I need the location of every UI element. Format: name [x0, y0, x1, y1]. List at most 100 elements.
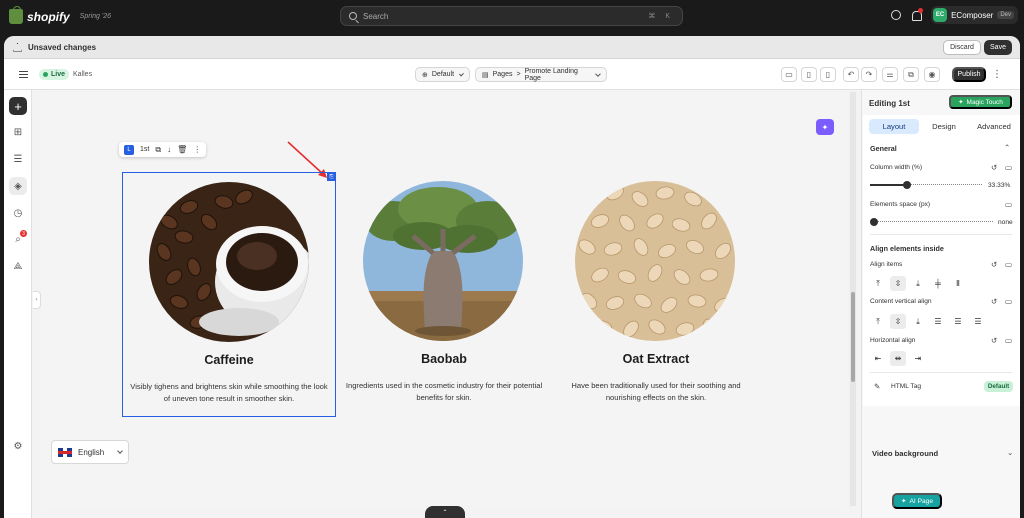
- device-icon[interactable]: ▭: [1005, 163, 1012, 172]
- tab-layout[interactable]: Layout: [869, 119, 919, 134]
- valign-bottom-icon[interactable]: ⤓: [910, 314, 926, 329]
- elements-space-value: none: [998, 219, 1013, 226]
- slider-knob[interactable]: [870, 218, 878, 226]
- notifications-bell-icon[interactable]: [911, 7, 924, 21]
- code-icon[interactable]: ⧉: [903, 67, 919, 82]
- tablet-view-icon[interactable]: ▯: [801, 67, 817, 82]
- device-icon[interactable]: ▭: [1005, 336, 1012, 345]
- magic-sparkle-icon[interactable]: ✦: [816, 119, 834, 135]
- language-selector[interactable]: English: [51, 440, 129, 464]
- tab-advanced[interactable]: Advanced: [969, 119, 1019, 134]
- reset-icon[interactable]: ↺: [991, 297, 997, 306]
- search-inspect-icon[interactable]: ⌕ 3: [9, 230, 27, 248]
- sparkle-icon: ✦: [958, 99, 964, 106]
- save-button[interactable]: Save: [984, 40, 1012, 55]
- slider-track: [870, 221, 993, 223]
- column-width-slider[interactable]: [870, 181, 982, 189]
- store-switcher[interactable]: EC EComposer Dev: [931, 6, 1018, 24]
- editor-canvas[interactable]: L 1st ⧉ ↓ 🗑 ⋮ ✦ ⎘ Caffeine Visibly tighe…: [41, 92, 847, 506]
- expand-panel-chevron-up-icon[interactable]: ⌃: [425, 506, 465, 518]
- valign-center-icon[interactable]: ⇳: [890, 314, 906, 329]
- breadcrumb-root: Pages: [492, 71, 513, 78]
- search-shortcut: ⌘ K: [648, 13, 674, 20]
- chevron-down-icon[interactable]: ⌄: [1007, 448, 1013, 457]
- column-type-icon[interactable]: L: [124, 144, 134, 155]
- valign-space-evenly-icon[interactable]: ☰: [970, 314, 986, 329]
- layers-list-icon[interactable]: ☰: [9, 150, 27, 168]
- elements-space-label: Elements space (px): [870, 201, 931, 208]
- theme-name: Kalles: [73, 71, 93, 78]
- collapse-sidebar-icon[interactable]: ‹: [33, 291, 41, 309]
- element-label: 1st: [140, 146, 150, 153]
- settings-tabs: Layout Design Advanced: [869, 119, 1019, 134]
- store-status-icon[interactable]: [891, 10, 902, 20]
- chevron-up-icon[interactable]: ⌃: [1004, 143, 1010, 152]
- column-baobab[interactable]: Baobab Ingredients used in the cosmetic …: [337, 172, 551, 417]
- canvas-scrollbar[interactable]: [850, 92, 856, 506]
- device-icon[interactable]: ▭: [1005, 297, 1012, 306]
- settings-sliders-icon[interactable]: ⚌: [882, 67, 898, 82]
- elements-space-slider[interactable]: [870, 218, 993, 226]
- column-text: Have been traditionally used for their s…: [571, 381, 741, 402]
- align-center-icon[interactable]: ⇳: [890, 276, 906, 291]
- column-caffeine[interactable]: ⎘ Caffeine Visibly tighens and brightens…: [122, 172, 336, 417]
- preview-eye-icon[interactable]: ◉: [924, 67, 940, 82]
- reset-icon[interactable]: ↺: [991, 260, 997, 269]
- shopify-logo[interactable]: shopify Spring '26: [9, 6, 111, 24]
- gear-icon[interactable]: ⚙: [9, 437, 27, 455]
- page-dropdown[interactable]: ▤ Pages > Promote Landing Page: [475, 67, 607, 82]
- halign-center-icon[interactable]: ⇹: [890, 351, 906, 366]
- device-icon[interactable]: ▭: [1005, 200, 1012, 209]
- align-baseline-icon[interactable]: ╪: [930, 276, 946, 291]
- sections-icon[interactable]: ⊞: [9, 123, 27, 141]
- more-options-icon[interactable]: ⋮: [193, 145, 201, 154]
- halign-right-icon[interactable]: ⇥: [910, 351, 926, 366]
- valign-space-around-icon[interactable]: ☰: [950, 314, 966, 329]
- valign-space-between-icon[interactable]: ☰: [930, 314, 946, 329]
- desktop-view-icon[interactable]: ▭: [781, 67, 797, 82]
- content-vertical-buttons: ⤒ ⇳ ⤓ ☰ ☰ ☰: [870, 314, 986, 329]
- slider-knob[interactable]: [903, 181, 912, 189]
- align-top-icon[interactable]: ⤒: [870, 276, 886, 291]
- halign-left-icon[interactable]: ⇤: [870, 351, 886, 366]
- link-edit-icon[interactable]: ⎘: [327, 172, 336, 181]
- html-tag-value[interactable]: Default: [984, 381, 1013, 392]
- topbar-actions: EC EComposer Dev: [891, 6, 1018, 24]
- publish-button[interactable]: Publish: [952, 67, 986, 82]
- add-element-icon[interactable]: +: [9, 97, 27, 115]
- menu-icon[interactable]: [19, 71, 28, 78]
- history-clock-icon[interactable]: ◷: [9, 204, 27, 222]
- device-icon[interactable]: ▭: [1005, 260, 1012, 269]
- column-width-value: 33.33%: [988, 182, 1011, 189]
- tab-design[interactable]: Design: [919, 119, 969, 134]
- search-input[interactable]: Search ⌘ K: [340, 6, 683, 26]
- reset-icon[interactable]: ↺: [991, 336, 997, 345]
- store-name: EComposer: [951, 10, 994, 20]
- layers-stack-icon[interactable]: ◈: [9, 177, 27, 195]
- template-dropdown[interactable]: ⊕ Default: [415, 67, 470, 82]
- ai-page-button[interactable]: ✦ AI Page: [892, 493, 942, 509]
- more-options-icon[interactable]: ⋮: [990, 67, 1004, 82]
- mobile-view-icon[interactable]: ▯: [820, 67, 836, 82]
- move-down-icon[interactable]: ↓: [167, 145, 171, 154]
- column-oat-extract[interactable]: Oat Extract Have been traditionally used…: [549, 172, 763, 417]
- page-icon: ▤: [482, 71, 489, 79]
- shopify-topbar: shopify Spring '26 Search ⌘ K EC ECompos…: [0, 0, 1024, 33]
- align-bottom-icon[interactable]: ⤓: [910, 276, 926, 291]
- scrollbar-thumb[interactable]: [851, 292, 855, 382]
- element-toolbar: L 1st ⧉ ↓ 🗑 ⋮: [119, 142, 207, 157]
- html-tag-label: HTML Tag: [891, 383, 922, 390]
- trash-icon[interactable]: 🗑: [177, 145, 187, 154]
- apps-icon[interactable]: ⟁: [9, 257, 27, 275]
- magic-touch-button[interactable]: ✦ Magic Touch: [949, 95, 1012, 109]
- horizontal-align-label: Horizontal align: [870, 337, 916, 344]
- align-stretch-icon[interactable]: Ⅱ: [950, 276, 966, 291]
- redo-icon[interactable]: ↷: [861, 67, 877, 82]
- discard-button[interactable]: Discard: [943, 40, 981, 55]
- undo-icon[interactable]: ↶: [843, 67, 859, 82]
- magic-touch-label: Magic Touch: [966, 98, 1003, 106]
- valign-top-icon[interactable]: ⤒: [870, 314, 886, 329]
- duplicate-icon[interactable]: ⧉: [155, 145, 161, 155]
- video-background-section[interactable]: Video background: [872, 449, 938, 458]
- reset-icon[interactable]: ↺: [991, 163, 997, 172]
